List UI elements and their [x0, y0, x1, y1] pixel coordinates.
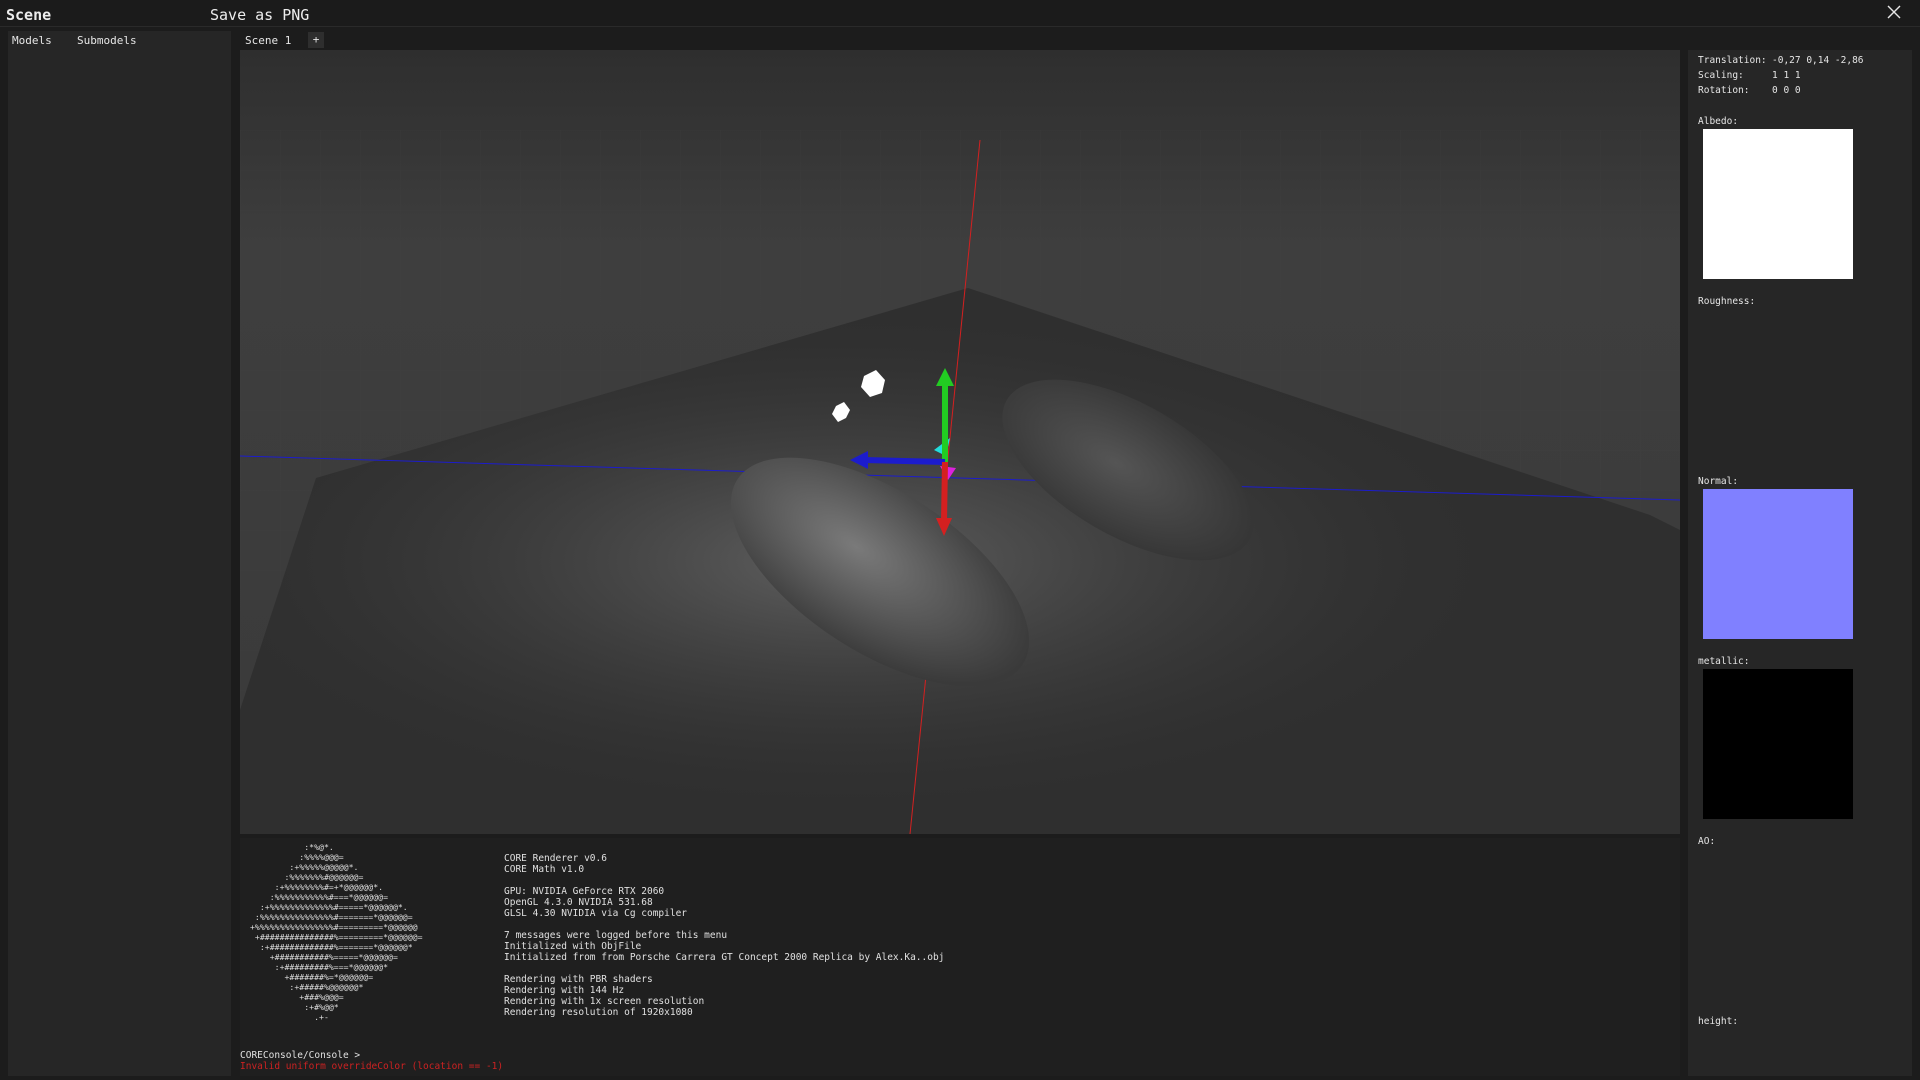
ao-label: AO:: [1698, 836, 1716, 847]
translation-label: Translation:: [1698, 55, 1767, 66]
scaling-value[interactable]: 1 1 1: [1772, 70, 1801, 81]
tab-scene-1[interactable]: Scene 1: [245, 34, 291, 47]
metallic-swatch[interactable]: [1703, 669, 1853, 819]
albedo-label: Albedo:: [1698, 116, 1739, 127]
normal-swatch[interactable]: [1703, 489, 1853, 639]
tab-models[interactable]: Models: [12, 34, 52, 47]
properties-panel: Translation: -0,27 0,14 -2,86 Scaling: 1 1…: [1688, 50, 1912, 1076]
log-line: CORE Math v1.0: [504, 864, 585, 875]
metallic-label: metallic:: [1698, 656, 1750, 667]
log-line: CORE Renderer v0.6: [504, 853, 607, 864]
log-line: 7 messages were logged before this menu: [504, 930, 728, 941]
log-line: Initialized from from Porsche Carrera GT…: [504, 952, 945, 963]
log-line: GLSL 4.30 NVIDIA via Cg compiler: [504, 908, 688, 919]
albedo-swatch[interactable]: [1703, 129, 1853, 279]
log-line: GPU: NVIDIA GeForce RTX 2060: [504, 886, 665, 897]
gizmo-axis-blue[interactable]: [863, 457, 946, 465]
console-error-line: Invalid uniform overrideColor (location …: [240, 1061, 504, 1072]
normal-label: Normal:: [1698, 476, 1739, 487]
ascii-logo: :*%@*. :%%%%@@@= :+%%%%%@@@@@*. :%%%%%%%…: [250, 842, 423, 1022]
tab-submodels[interactable]: Submodels: [77, 34, 137, 47]
log-line: Initialized with ObjFile: [504, 941, 642, 952]
translation-row: Translation: -0,27 0,14 -2,86: [1698, 55, 1864, 66]
console-panel: :*%@*. :%%%%@@@= :+%%%%%@@@@@*. :%%%%%%%…: [240, 838, 1680, 1076]
log-line: Rendering with 144 Hz: [504, 985, 625, 996]
save-as-png-button[interactable]: Save as PNG: [210, 6, 309, 24]
scaling-label: Scaling:: [1698, 70, 1744, 81]
console-prompt[interactable]: COREConsole/Console >: [240, 1050, 360, 1061]
log-line: Rendering resolution of 1920x1080: [504, 1007, 693, 1018]
log-line: Rendering with PBR shaders: [504, 974, 653, 985]
viewport-render: [240, 50, 1680, 834]
roughness-label: Roughness:: [1698, 296, 1756, 307]
rotation-row: Rotation: 0 0 0: [1698, 85, 1801, 96]
log-line: OpenGL 4.3.0 NVIDIA 531.68: [504, 897, 653, 908]
gizmo-axis-red[interactable]: [941, 461, 948, 523]
close-icon[interactable]: [1886, 4, 1902, 20]
translation-value[interactable]: -0,27 0,14 -2,86: [1772, 55, 1864, 66]
window-title: Scene: [6, 6, 52, 24]
rotation-value[interactable]: 0 0 0: [1772, 85, 1801, 96]
rotation-label: Rotation:: [1698, 85, 1750, 96]
3d-viewport[interactable]: [240, 50, 1680, 834]
log-line: Rendering with 1x screen resolution: [504, 996, 705, 1007]
add-scene-button[interactable]: +: [308, 32, 324, 48]
console-log: CORE Renderer v0.6 CORE Math v1.0 GPU: N…: [504, 853, 944, 1018]
left-panel: Models Submodels: [8, 31, 231, 1076]
scaling-row: Scaling: 1 1 1: [1698, 70, 1801, 81]
height-label: height:: [1698, 1016, 1739, 1027]
title-bar: Scene Save as PNG: [0, 0, 1920, 27]
